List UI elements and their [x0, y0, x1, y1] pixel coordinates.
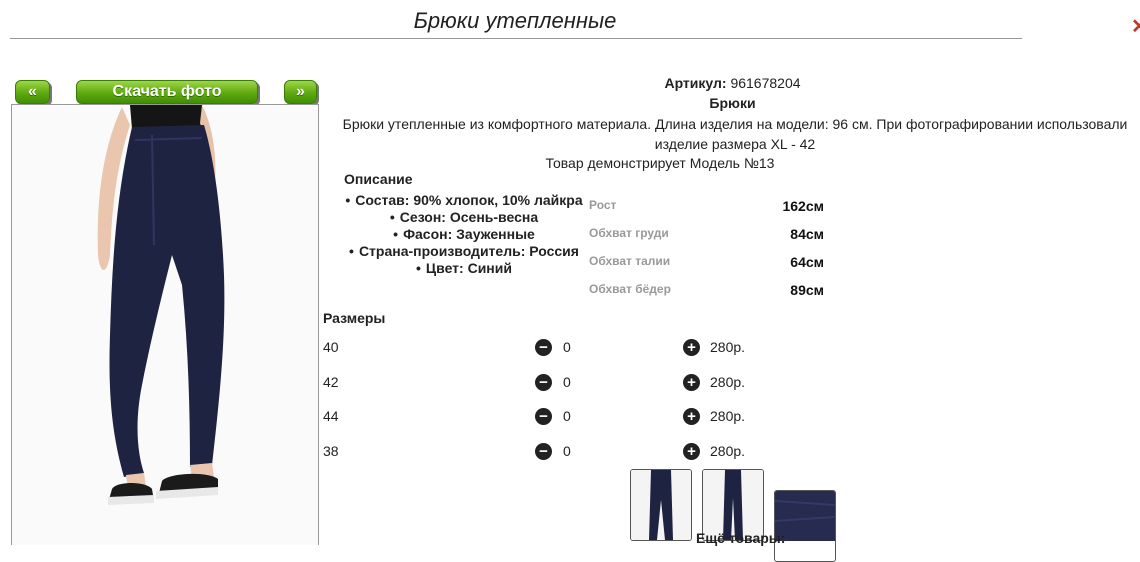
download-photo-button[interactable]: Скачать фото: [76, 80, 258, 104]
quantity-value: 0: [563, 443, 571, 459]
table-row: Обхват талии 64см: [589, 252, 829, 280]
table-row: Рост 162см: [589, 196, 829, 224]
size-value: 42: [323, 374, 339, 390]
size-value: 44: [323, 408, 339, 424]
list-item: • Состав: 90% хлопок, 10% лайкра: [345, 192, 583, 208]
plus-icon[interactable]: +: [683, 374, 700, 391]
minus-icon[interactable]: −: [535, 374, 552, 391]
features-list: • Состав: 90% хлопок, 10% лайкра • Сезон: …: [330, 192, 598, 277]
measurement-value: 89см: [790, 282, 824, 298]
thumbnail-image: [631, 470, 691, 540]
size-value: 38: [323, 443, 339, 459]
measurements-table: Рост 162см Обхват груди 84см Обхват тали…: [589, 196, 829, 308]
features-heading: Описание: [344, 171, 413, 187]
article-label: Артикул:: [664, 75, 727, 91]
model-note: Товар демонстрирует Модель №13: [545, 155, 775, 171]
product-name: Брюки: [709, 95, 756, 111]
measurement-label: Рост: [589, 198, 617, 212]
price-value: 280р.: [710, 408, 746, 424]
minus-icon[interactable]: −: [535, 408, 552, 425]
table-row: Обхват груди 84см: [589, 224, 829, 252]
price-value: 280р.: [710, 443, 746, 459]
prev-photo-button[interactable]: «: [15, 80, 50, 104]
title-divider: [10, 38, 1022, 39]
price-value: 280р.: [710, 339, 746, 355]
close-icon[interactable]: ✕: [1131, 14, 1140, 40]
size-row: 44 − 0 + 280р.: [323, 408, 843, 428]
list-item: • Цвет: Синий: [416, 260, 512, 276]
minus-icon[interactable]: −: [535, 339, 552, 356]
article-line: Артикул: 961678204: [330, 75, 1135, 91]
minus-icon[interactable]: −: [535, 443, 552, 460]
table-row: Обхват бёдер 89см: [589, 280, 829, 308]
article-value: 961678204: [730, 75, 801, 91]
quantity-value: 0: [563, 408, 571, 424]
more-products-label: Ещё товары:: [696, 530, 786, 546]
thumbnail-1[interactable]: [630, 469, 692, 541]
measurement-label: Обхват груди: [589, 226, 669, 240]
size-row: 42 − 0 + 280р.: [323, 374, 843, 394]
sizes-heading: Размеры: [323, 310, 386, 326]
thumbnail-3[interactable]: [774, 490, 836, 562]
list-item: • Страна-производитель: Россия: [349, 243, 579, 259]
size-row: 40 − 0 + 280р.: [323, 339, 843, 359]
quantity-value: 0: [563, 339, 571, 355]
page-title: Брюки утепленные: [413, 8, 617, 33]
price-value: 280р.: [710, 374, 746, 390]
quantity-value: 0: [563, 374, 571, 390]
plus-icon[interactable]: +: [683, 339, 700, 356]
product-description: Брюки утепленные из комфортного материал…: [342, 116, 1128, 152]
model-pants-image: [12, 105, 318, 545]
measurement-value: 64см: [790, 254, 824, 270]
plus-icon[interactable]: +: [683, 443, 700, 460]
measurement-value: 162см: [782, 198, 824, 214]
list-item: • Сезон: Осень-весна: [389, 209, 539, 225]
measurement-label: Обхват талии: [589, 254, 671, 268]
measurement-label: Обхват бёдер: [589, 282, 671, 296]
next-photo-button[interactable]: »: [284, 80, 317, 104]
list-item: • Фасон: Зауженные: [393, 226, 535, 242]
size-row: 38 − 0 + 280р.: [323, 443, 843, 463]
product-photo[interactable]: [11, 104, 319, 545]
size-value: 40: [323, 339, 339, 355]
measurement-value: 84см: [790, 226, 824, 242]
plus-icon[interactable]: +: [683, 408, 700, 425]
